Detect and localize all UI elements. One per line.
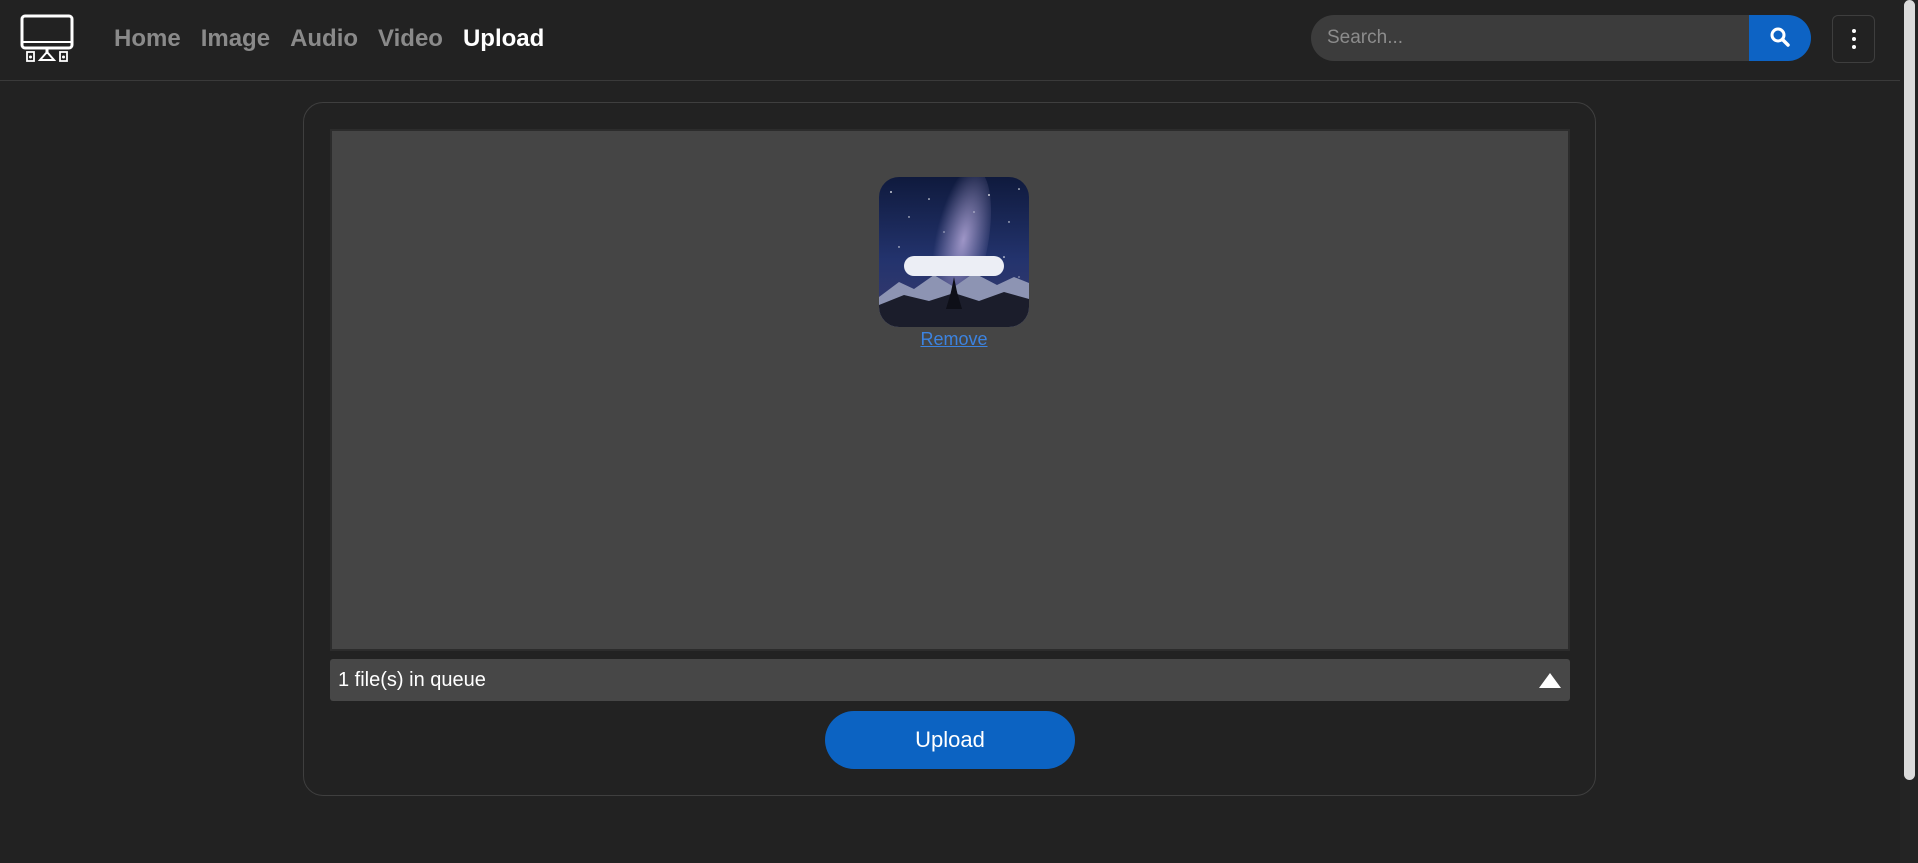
kebab-menu-button[interactable] — [1832, 15, 1875, 63]
nav-upload[interactable]: Upload — [463, 20, 544, 58]
upload-card: Remove 1 file(s) in queue Upload — [303, 102, 1596, 796]
upload-button[interactable]: Upload — [825, 711, 1075, 769]
queue-status: 1 file(s) in queue — [338, 669, 486, 691]
kebab-menu-icon — [1851, 37, 1856, 41]
page-scrollbar[interactable] — [1900, 0, 1918, 863]
scrollbar-thumb[interactable] — [1904, 0, 1915, 780]
desktop-computer-icon[interactable] — [20, 14, 74, 62]
top-navbar: Home Image Audio Video Upload — [0, 0, 1900, 81]
main-nav: Home Image Audio Video Upload — [114, 20, 544, 58]
remove-file-link[interactable]: Remove — [879, 329, 1029, 350]
search-button[interactable] — [1749, 15, 1811, 61]
nav-video[interactable]: Video — [378, 20, 443, 58]
upload-queue-bar[interactable]: 1 file(s) in queue — [330, 659, 1570, 701]
kebab-menu-icon — [1851, 45, 1856, 49]
search-icon — [1770, 27, 1790, 50]
upload-dropzone[interactable]: Remove — [330, 129, 1570, 651]
upload-progress-bar — [904, 256, 1004, 276]
triangle-up-icon[interactable] — [1538, 671, 1562, 689]
search-input[interactable] — [1311, 15, 1749, 61]
nav-audio[interactable]: Audio — [290, 20, 358, 58]
nav-image[interactable]: Image — [201, 20, 270, 58]
kebab-menu-icon — [1851, 29, 1856, 33]
nav-home[interactable]: Home — [114, 20, 181, 58]
file-thumbnail — [879, 177, 1029, 327]
search-bar — [1311, 15, 1811, 61]
